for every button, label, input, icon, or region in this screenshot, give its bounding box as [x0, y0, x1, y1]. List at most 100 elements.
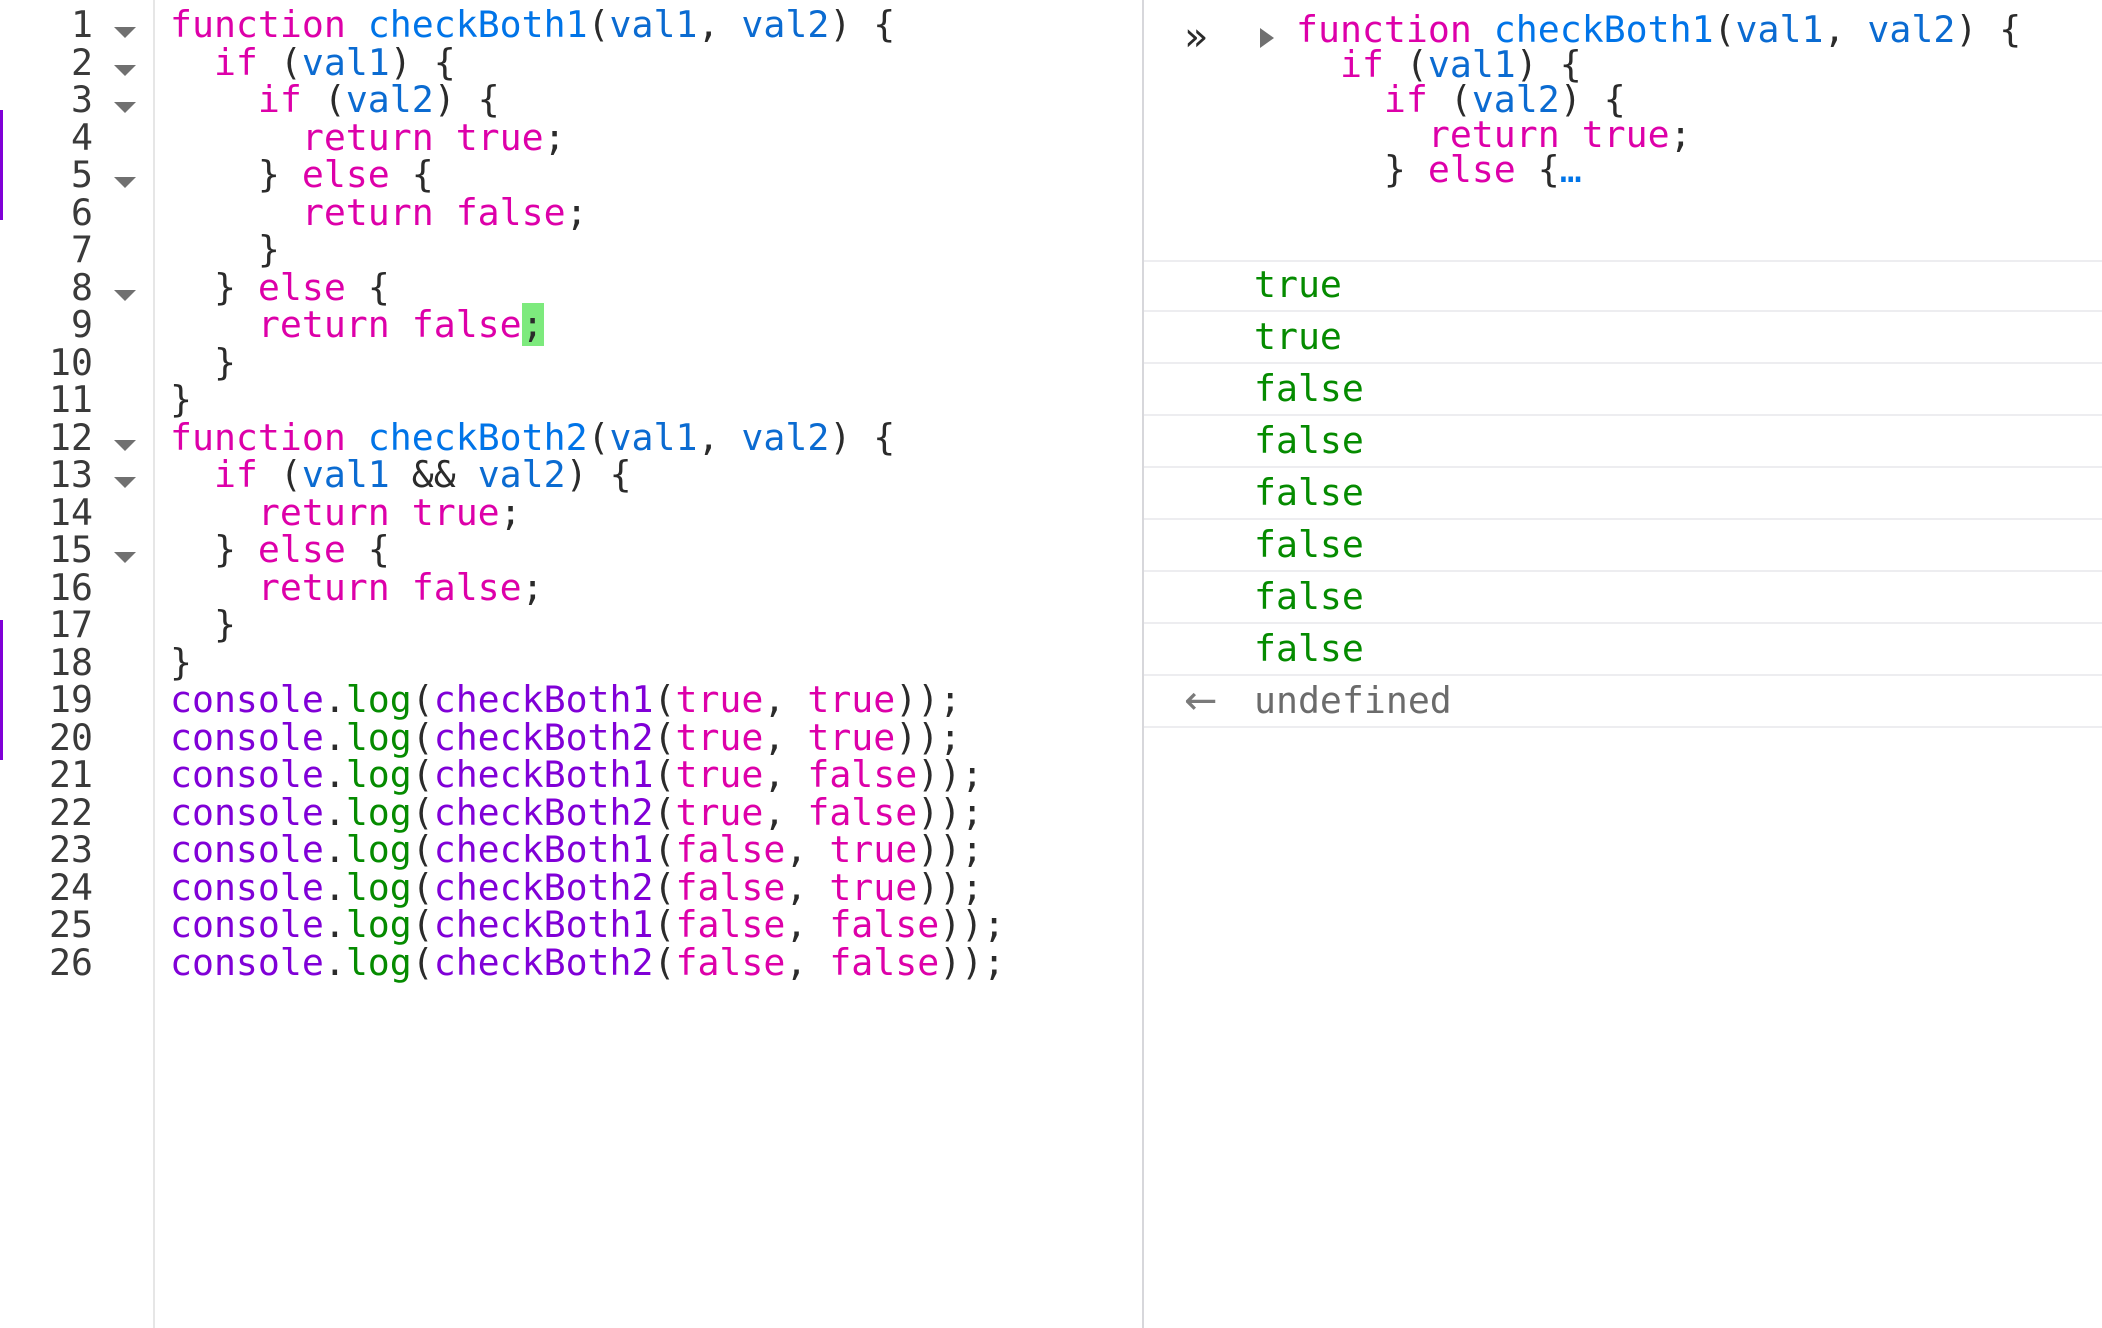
- console-log-row: false: [1144, 572, 2102, 624]
- log-value: false: [1254, 523, 1364, 566]
- log-value: false: [1254, 575, 1364, 618]
- code-token: ;: [1669, 113, 1692, 156]
- line-number: 26: [49, 940, 93, 984]
- code-token: (: [587, 3, 610, 46]
- expand-triangle-icon[interactable]: [1260, 28, 1274, 48]
- fold-toggle-icon[interactable]: [114, 102, 136, 113]
- code-token: ): [565, 453, 588, 496]
- console-input-message[interactable]: » function checkBoth1(val1, val2) { if (…: [1144, 0, 2102, 262]
- code-token: {: [873, 3, 896, 46]
- code-token: }: [213, 340, 236, 384]
- identifier-token: log: [345, 940, 412, 984]
- code-token: (: [411, 940, 434, 984]
- ellipsis-token: …: [1559, 148, 1582, 191]
- console-log-row: true: [1144, 312, 2102, 364]
- log-value: false: [1254, 367, 1364, 410]
- fold-toggle-icon[interactable]: [114, 439, 136, 451]
- code-token: ): [939, 940, 962, 984]
- log-value: false: [1254, 627, 1364, 670]
- keyword-token: return: [257, 565, 390, 609]
- code-token: ): [961, 940, 984, 984]
- code-token: }: [1383, 148, 1406, 191]
- keyword-token: false: [675, 940, 786, 984]
- fold-toggle-icon[interactable]: [114, 64, 136, 76]
- fold-toggle-icon[interactable]: [114, 177, 136, 188]
- log-value: true: [1254, 263, 1342, 306]
- code-token: ,: [785, 940, 808, 984]
- gutter-edge-marker: [0, 620, 3, 760]
- return-value: undefined: [1254, 679, 1452, 722]
- keyword-token: true: [1581, 113, 1670, 156]
- console-log-row: false: [1144, 520, 2102, 572]
- gutter-edge-marker: [0, 110, 3, 220]
- console-input-line: } else {…: [1296, 146, 1582, 193]
- keyword-token: return: [257, 303, 390, 346]
- return-arrow-icon: ←: [1184, 678, 1218, 724]
- code-token: ;: [983, 940, 1006, 984]
- log-value: false: [1254, 419, 1364, 462]
- fold-toggle-icon[interactable]: [114, 477, 136, 488]
- console-log-row: false: [1144, 468, 2102, 520]
- identifier-token: checkBoth2: [433, 940, 654, 984]
- line-number-gutter: 1 2 3 4 5 6 7 8 9 10 11 12 13 14 15 16 17 18 19 20 21 22 23 24 2…: [0, 0, 155, 1328]
- code-token: ;: [521, 303, 544, 346]
- prompt-chevrons-icon: »: [1184, 14, 1209, 60]
- identifier-token: val1: [609, 3, 698, 46]
- fold-toggle-icon[interactable]: [114, 552, 136, 563]
- code-token: ;: [499, 490, 522, 534]
- code-token: }: [213, 603, 236, 646]
- keyword-token: false: [411, 303, 522, 346]
- identifier-token: val2: [741, 415, 830, 459]
- keyword-token: return: [301, 190, 434, 234]
- code-token: ): [829, 3, 852, 46]
- code-editor[interactable]: 1 2 3 4 5 6 7 8 9 10 11 12 13 14 15 16 17 18 19 20 21 22 23 24 2…: [0, 0, 1144, 1328]
- code-token: ): [829, 415, 852, 459]
- code-token: ,: [697, 415, 720, 459]
- log-value: true: [1254, 315, 1342, 358]
- code-token: ,: [697, 3, 720, 46]
- code-token: {: [1999, 8, 2022, 51]
- fold-toggle-icon[interactable]: [114, 27, 136, 38]
- code-line[interactable]: console.log(checkBoth2(false, false));: [170, 938, 1005, 988]
- console-log-row: true: [1144, 260, 2102, 312]
- code-area[interactable]: function checkBoth1(val1, val2) { if (va…: [170, 0, 1142, 1328]
- code-token: ;: [565, 190, 588, 234]
- console-log-row: false: [1144, 364, 2102, 416]
- code-token: ): [1955, 8, 1978, 51]
- keyword-token: false: [455, 190, 566, 234]
- identifier-token: console: [170, 940, 324, 984]
- code-token: .: [323, 940, 346, 984]
- console-return-row: ← undefined: [1144, 676, 2102, 728]
- keyword-token: false: [411, 565, 522, 609]
- identifier-token: val1: [1735, 8, 1824, 51]
- identifier-token: val2: [741, 3, 830, 46]
- console-log-row: false: [1144, 624, 2102, 676]
- code-token: ;: [543, 115, 566, 159]
- code-token: {: [873, 415, 896, 459]
- keyword-token: true: [411, 490, 500, 534]
- identifier-token: val2: [1867, 8, 1956, 51]
- fold-toggle-icon[interactable]: [114, 289, 136, 301]
- code-token: ;: [521, 565, 544, 609]
- code-token: {: [609, 453, 632, 496]
- code-token: ,: [1823, 8, 1846, 51]
- web-console: » function checkBoth1(val1, val2) { if (…: [1144, 0, 2102, 1328]
- code-token: {: [1537, 148, 1560, 191]
- keyword-token: true: [455, 115, 544, 159]
